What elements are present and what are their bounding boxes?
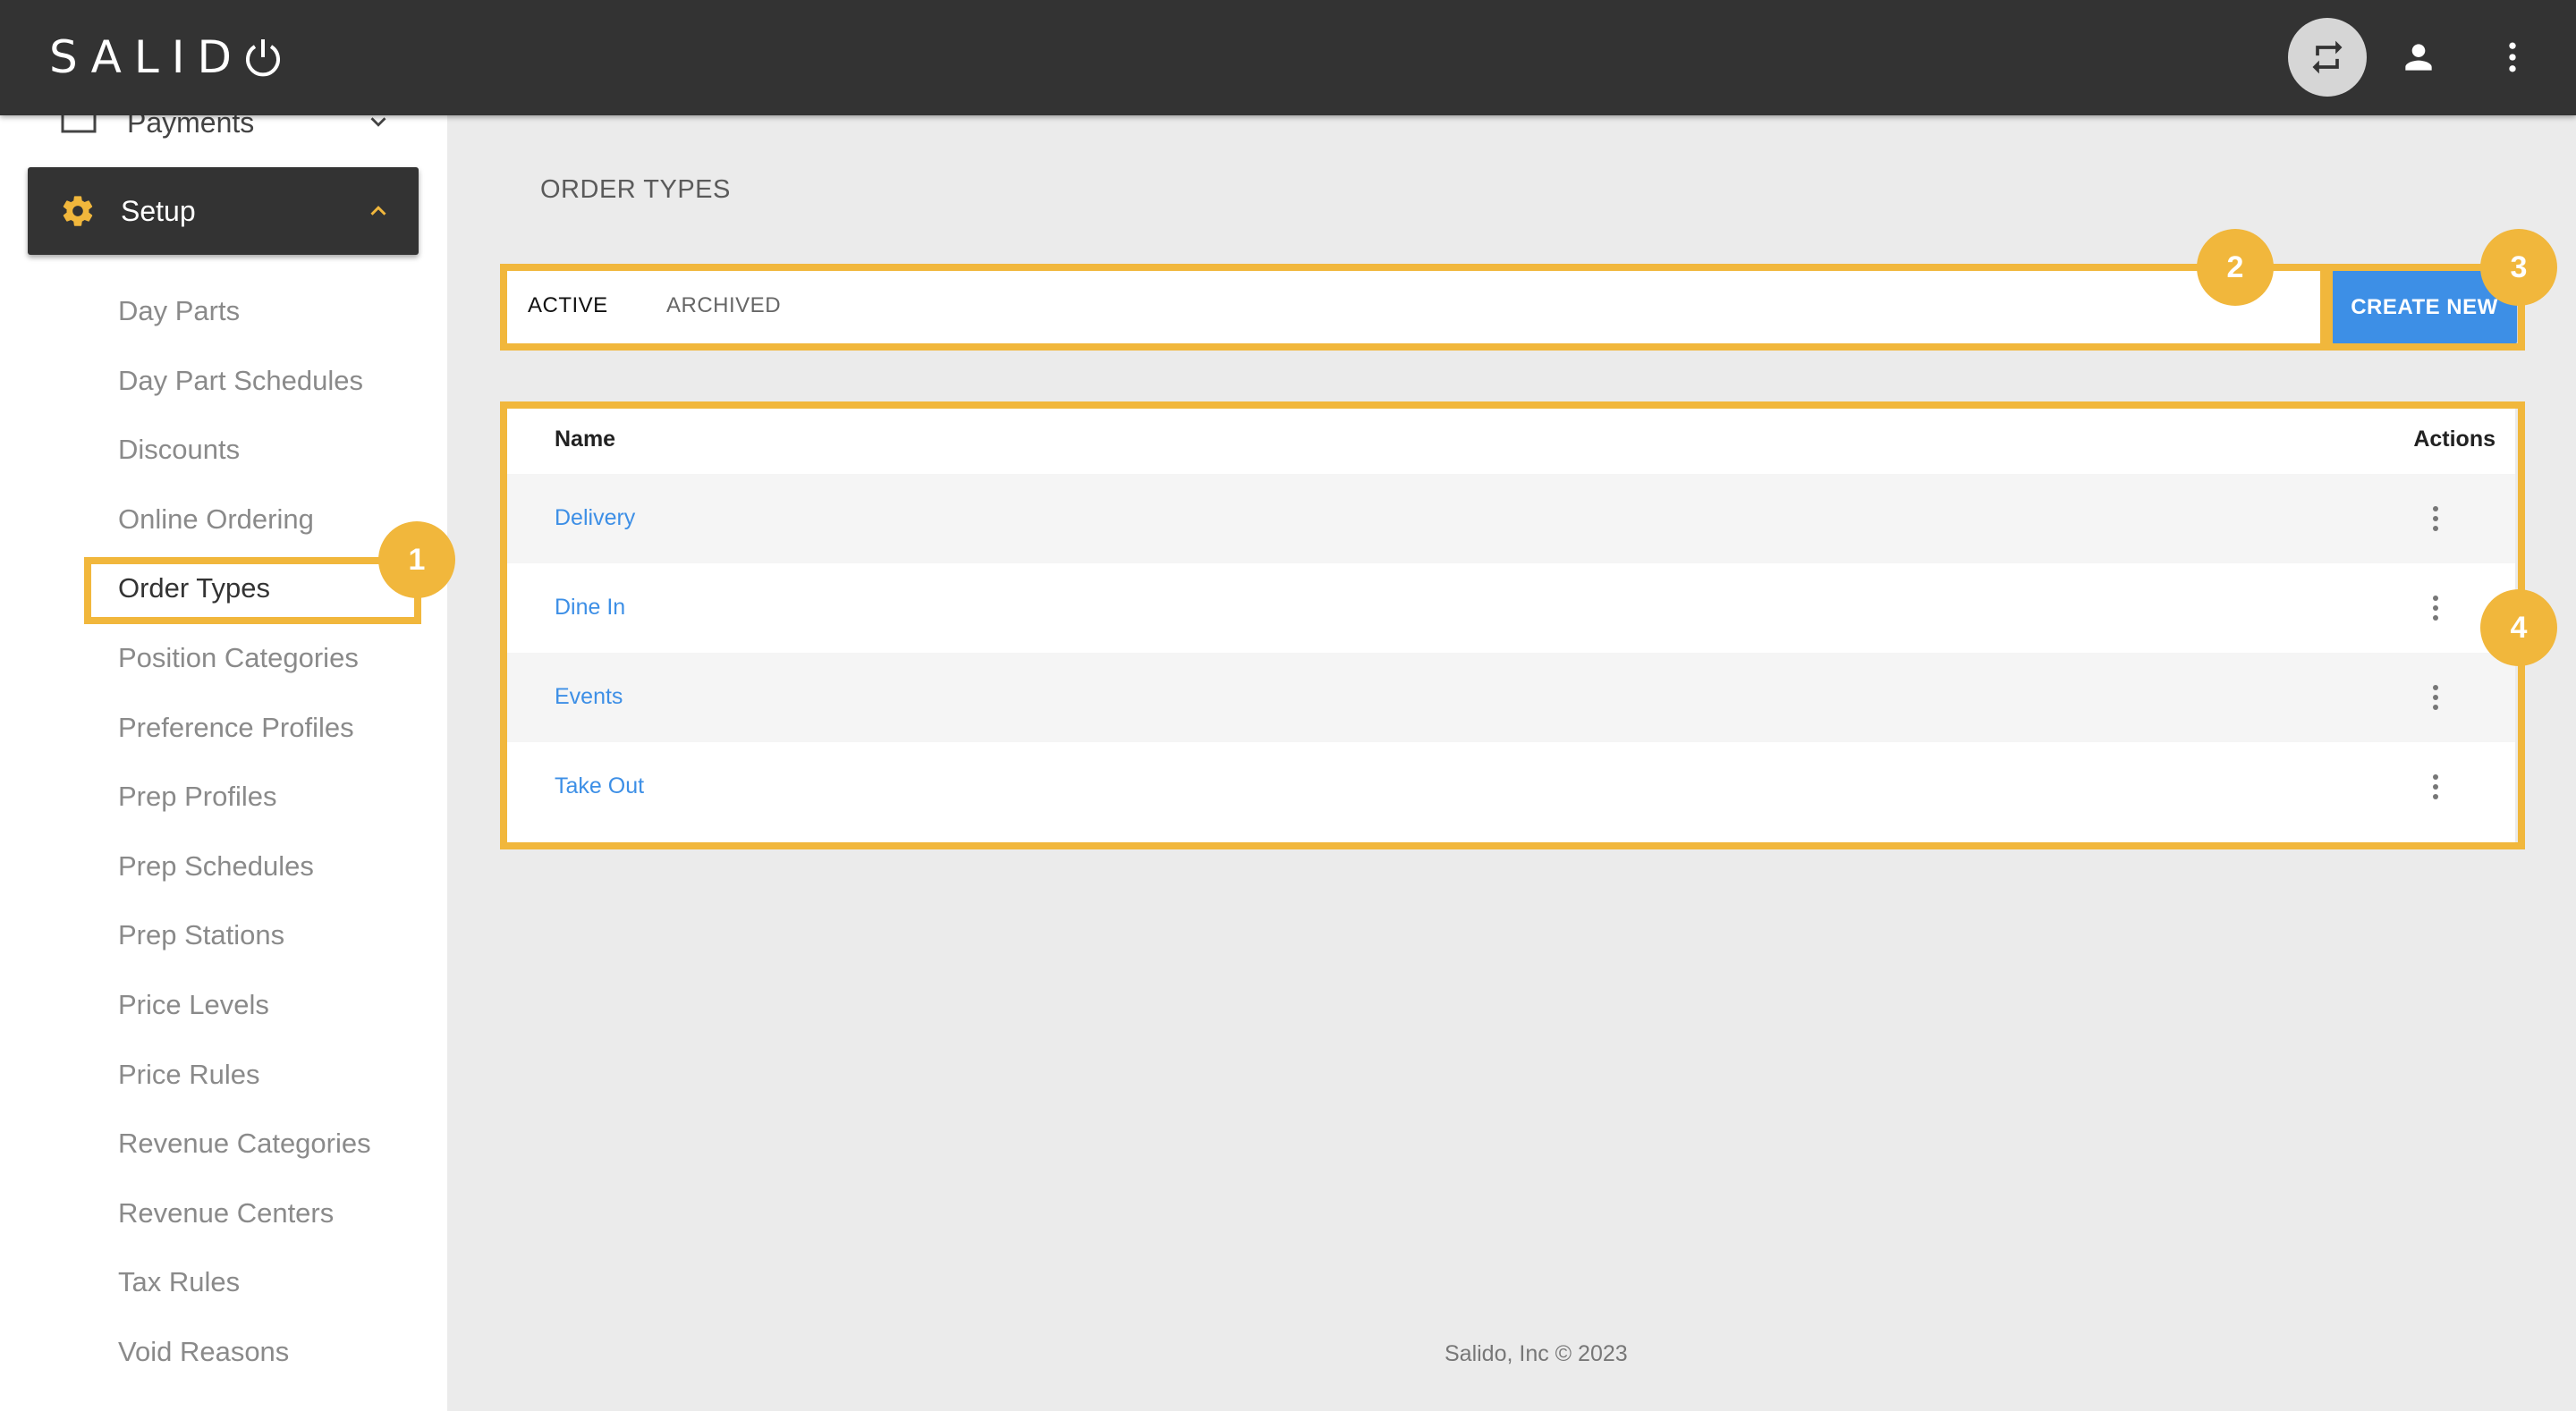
chevron-up-icon bbox=[365, 198, 392, 229]
status-tab-bar: ACTIVE ARCHIVED bbox=[506, 271, 2322, 343]
column-header-actions: Actions bbox=[2413, 427, 2496, 452]
sidebar-item-position-categories[interactable]: Position Categories bbox=[118, 636, 359, 680]
annotation-badge: 4 bbox=[2480, 589, 2557, 666]
table-header: Name Actions bbox=[506, 408, 2515, 474]
sidebar-item-discounts[interactable]: Discounts bbox=[118, 427, 240, 472]
sidebar-item-revenue-centers[interactable]: Revenue Centers bbox=[118, 1191, 334, 1236]
sidebar-item-price-levels[interactable]: Price Levels bbox=[118, 983, 269, 1027]
row-actions-menu-icon[interactable] bbox=[2418, 680, 2453, 715]
switch-location-icon[interactable] bbox=[2288, 18, 2367, 97]
sidebar-item-price-rules[interactable]: Price Rules bbox=[118, 1052, 260, 1097]
sidebar-item-preference-profiles[interactable]: Preference Profiles bbox=[118, 706, 354, 750]
sidebar-item-order-types[interactable]: Order Types bbox=[118, 566, 270, 611]
sidebar-item-prep-stations[interactable]: Prep Stations bbox=[118, 913, 284, 958]
setup-label: Setup bbox=[121, 195, 196, 227]
sidebar-item-tax-rules[interactable]: Tax Rules bbox=[118, 1260, 240, 1305]
sidebar-item-day-part-schedules[interactable]: Day Part Schedules bbox=[118, 359, 363, 403]
tab-active[interactable]: ACTIVE bbox=[528, 293, 608, 318]
user-icon[interactable] bbox=[2379, 18, 2458, 97]
sidebar-item-day-parts[interactable]: Day Parts bbox=[118, 289, 240, 334]
table-row: Dine In bbox=[506, 563, 2515, 653]
payments-icon bbox=[61, 115, 97, 142]
order-type-link[interactable]: Events bbox=[555, 684, 623, 710]
sidebar-item-setup[interactable]: Setup bbox=[28, 167, 419, 255]
sidebar-item-prep-profiles[interactable]: Prep Profiles bbox=[118, 774, 276, 819]
sidebar: Payments Setup Day Parts Day Part Schedu… bbox=[0, 115, 447, 1411]
top-app-bar: SALID bbox=[0, 0, 2576, 115]
sidebar-item-void-reasons[interactable]: Void Reasons bbox=[118, 1330, 289, 1374]
sidebar-item-prep-schedules[interactable]: Prep Schedules bbox=[118, 844, 314, 889]
row-actions-menu-icon[interactable] bbox=[2418, 769, 2453, 805]
sidebar-item-payments[interactable]: Payments bbox=[61, 115, 392, 149]
table-row: Delivery bbox=[506, 474, 2515, 563]
sidebar-item-revenue-categories[interactable]: Revenue Categories bbox=[118, 1121, 371, 1166]
payments-label: Payments bbox=[127, 115, 255, 139]
row-actions-menu-icon[interactable] bbox=[2418, 501, 2453, 537]
salido-logo[interactable]: SALID bbox=[49, 30, 282, 84]
order-type-link[interactable]: Delivery bbox=[555, 505, 635, 531]
annotation-badge: 3 bbox=[2480, 229, 2557, 306]
annotation-badge: 1 bbox=[378, 521, 455, 598]
gear-icon bbox=[60, 193, 96, 233]
power-o-logo-mark bbox=[244, 34, 282, 88]
order-types-table: Name Actions Delivery Dine In Events Tak… bbox=[506, 408, 2515, 842]
row-actions-menu-icon[interactable] bbox=[2418, 590, 2453, 626]
tab-archived[interactable]: ARCHIVED bbox=[666, 293, 781, 318]
table-row: Events bbox=[506, 653, 2515, 742]
order-type-link[interactable]: Dine In bbox=[555, 595, 625, 621]
order-type-link[interactable]: Take Out bbox=[555, 773, 644, 799]
chevron-down-icon bbox=[365, 115, 392, 142]
table-row: Take Out bbox=[506, 742, 2515, 832]
annotation-badge: 2 bbox=[2197, 229, 2274, 306]
more-vert-icon[interactable] bbox=[2473, 18, 2552, 97]
column-header-name: Name bbox=[555, 427, 616, 452]
footer-copyright: Salido, Inc © 2023 bbox=[1445, 1341, 1628, 1366]
page-title: ORDER TYPES bbox=[540, 175, 731, 204]
sidebar-item-online-ordering[interactable]: Online Ordering bbox=[118, 497, 314, 542]
